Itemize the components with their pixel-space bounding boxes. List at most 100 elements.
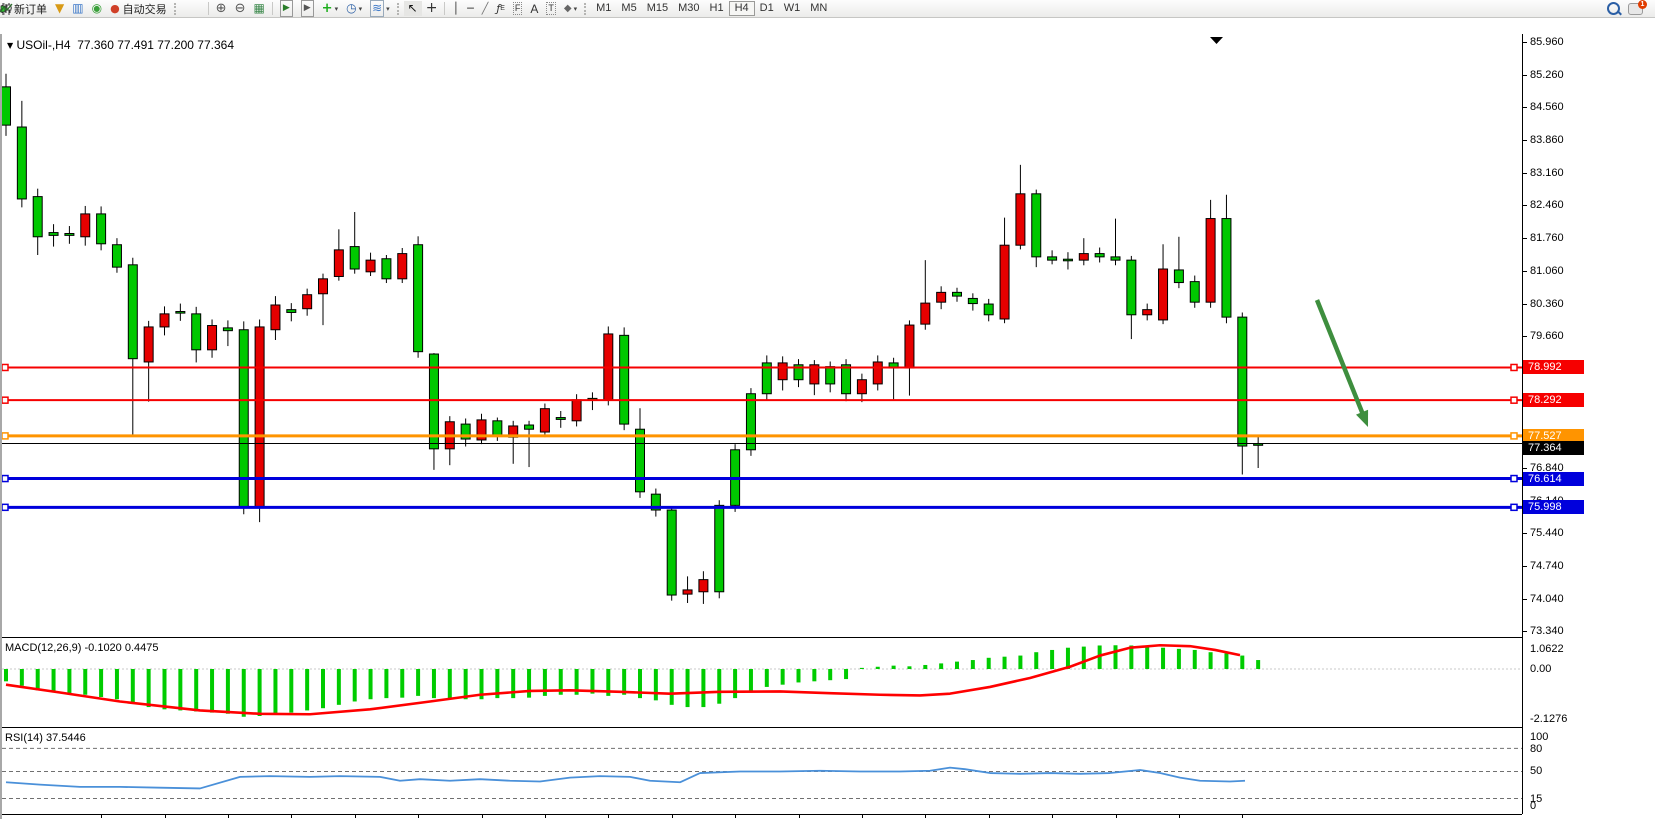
candle [699, 571, 708, 604]
candle [49, 224, 58, 246]
new-order-button[interactable]: 新订单 [10, 1, 51, 16]
panel-separator[interactable] [0, 727, 1522, 728]
candle [33, 189, 42, 255]
tf-M1[interactable]: M1 [591, 1, 616, 16]
rsi-label: RSI(14) 37.5446 [5, 732, 86, 744]
market-watch-icon[interactable]: ▥ [68, 1, 87, 16]
rsi-axis-label: 80 [1530, 743, 1542, 755]
candle [81, 206, 90, 246]
candle [176, 304, 185, 321]
candle [334, 229, 343, 280]
horizontal-line-77.527[interactable] [2, 433, 1522, 439]
auto-scroll-button[interactable]: ▶ [276, 1, 297, 16]
candle [905, 320, 914, 395]
cursor-tool-button[interactable]: ↖ [404, 1, 422, 16]
signal-icon[interactable]: ◉ [88, 1, 106, 16]
tf-H1[interactable]: H1 [705, 1, 729, 16]
funnel-icon[interactable]: ▼ [51, 1, 68, 16]
templates-button[interactable]: ≋ ▾ [366, 1, 394, 16]
line-handle[interactable] [2, 433, 8, 439]
period-clock-button[interactable]: ◷ ▾ [342, 1, 366, 16]
candle [604, 326, 613, 405]
annotation-arrow[interactable] [1317, 300, 1368, 427]
tf-M15[interactable]: M15 [642, 1, 673, 16]
candle [1159, 244, 1168, 324]
horizontal-line-75.998[interactable] [2, 504, 1522, 510]
crosshair-tool-button[interactable]: + [422, 1, 442, 16]
candle [1079, 238, 1088, 265]
shapes-tool-button[interactable]: ◆ ▾ [560, 1, 581, 16]
candle [414, 236, 423, 357]
trendline-icon: ╱ [482, 1, 489, 16]
candle [1000, 218, 1009, 324]
zoom-out-button[interactable]: ⊖ [231, 1, 250, 16]
candle [97, 206, 106, 250]
search-icon [1607, 2, 1620, 15]
candle [636, 408, 645, 498]
tf-MN[interactable]: MN [805, 1, 832, 16]
window-left-edge [0, 34, 2, 819]
price-axis-label: 82.460 [1530, 199, 1564, 211]
rsi-panel-canvas[interactable] [0, 729, 1522, 814]
fibonacci-tool-button[interactable]: ƒE [492, 1, 509, 16]
candle [366, 253, 375, 276]
line-handle[interactable] [2, 397, 8, 403]
notifications-button[interactable]: 1 [1624, 1, 1647, 16]
tf-W1[interactable]: W1 [779, 1, 806, 16]
add-indicator-button[interactable]: + ▾ [318, 1, 342, 16]
clock-icon: ◷ [346, 1, 356, 16]
horizontal-line-tool-button[interactable]: ─ [463, 1, 478, 16]
line-handle[interactable] [1511, 364, 1517, 370]
vertical-line-tool-button[interactable]: │ [448, 1, 463, 16]
main-chart-canvas[interactable] [0, 34, 1522, 637]
candle [144, 321, 153, 402]
price-axis-label: 75.440 [1530, 527, 1564, 539]
line-handle[interactable] [1511, 397, 1517, 403]
candle [1190, 276, 1199, 308]
price-tag-77.364: 77.364 [1523, 441, 1584, 455]
line-chart-type-button[interactable] [197, 1, 205, 16]
horizontal-line-78.292[interactable] [2, 397, 1522, 403]
tf-H4[interactable]: H4 [729, 1, 755, 16]
bar-chart-type-button[interactable] [181, 1, 189, 16]
cycles-tool-button[interactable]: F [509, 1, 527, 16]
line-handle[interactable] [1511, 504, 1517, 510]
zoom-in-button[interactable]: ⊕ [212, 1, 231, 16]
search-button[interactable] [1603, 1, 1624, 16]
collapse-icon[interactable]: ▼ [7, 41, 13, 50]
chart-shift-icon: ▶ [301, 0, 314, 17]
label-tool-button[interactable]: T [542, 1, 560, 16]
candle [1206, 200, 1215, 308]
candlestick-type-button[interactable] [189, 1, 197, 16]
candle [857, 374, 866, 402]
candle [477, 414, 486, 444]
horizontal-line-76.614[interactable] [2, 476, 1522, 482]
chart-shift-button[interactable]: ▶ [297, 1, 318, 16]
price-axis-label: 85.960 [1530, 36, 1564, 48]
line-handle[interactable] [1511, 433, 1517, 439]
ohlc-values: 77.360 77.491 77.200 77.364 [77, 38, 234, 52]
candle [810, 360, 819, 395]
tf-M30[interactable]: M30 [673, 1, 704, 16]
auto-trading-button[interactable]: ● 自动交易 [106, 1, 171, 16]
candle [873, 355, 882, 390]
candle [1238, 312, 1247, 474]
text-tool-button[interactable]: A [526, 1, 542, 16]
candle [826, 361, 835, 392]
line-handle[interactable] [2, 504, 8, 510]
text-tool-icon: A [530, 2, 538, 16]
line-handle[interactable] [2, 476, 8, 482]
line-handle[interactable] [1511, 476, 1517, 482]
panel-separator[interactable] [0, 637, 1522, 638]
chart-title[interactable]: ▼ USOil-,H4 77.360 77.491 77.200 77.364 [7, 38, 234, 52]
tf-D1[interactable]: D1 [755, 1, 779, 16]
shapes-icon: ◆ [564, 1, 572, 16]
tile-windows-button[interactable]: ▦ [249, 1, 268, 16]
toolbar-separator [444, 2, 445, 15]
tf-M5[interactable]: M5 [616, 1, 641, 16]
timeframe-group: M1M5M15M30H1H4D1W1MN [591, 1, 832, 16]
trendline-tool-button[interactable]: ╱ [478, 1, 493, 16]
line-handle[interactable] [2, 364, 8, 370]
macd-panel-canvas[interactable] [0, 639, 1522, 727]
chart-shift-marker[interactable] [1210, 37, 1223, 44]
